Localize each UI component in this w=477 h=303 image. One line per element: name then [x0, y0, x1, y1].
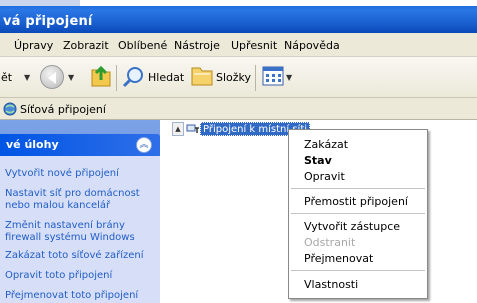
collapse-chevron-icon[interactable]: ︽: [136, 137, 152, 153]
menu-upresnit[interactable]: Upřesnit: [231, 39, 277, 52]
task-change-firewall[interactable]: Změnit nastavení brány: [5, 220, 125, 232]
tasks-body: Vytvořit nové připojení Nastavit síť pro…: [0, 156, 160, 303]
tasks-panel: vé úlohy ︽ Vytvořit nové připojení Nasta…: [0, 120, 160, 303]
task-setup-home-network[interactable]: Nastavit síť pro domácnost: [5, 188, 140, 200]
tasks-title: vé úlohy: [6, 138, 59, 151]
toolbar: ět ▼ ▼ Hledat Složky ▼: [0, 57, 477, 98]
menu-status[interactable]: Stav: [304, 154, 332, 167]
menu-create-shortcut[interactable]: Vytvořit zástupce: [304, 220, 400, 233]
menu-bridge[interactable]: Přemostit připojení: [304, 195, 408, 208]
task-repair-connection[interactable]: Opravit toto připojení: [5, 270, 112, 282]
menu-separator: [291, 270, 425, 271]
toolbar-separator: [116, 65, 117, 91]
tasks-header[interactable]: vé úlohy ︽: [0, 134, 160, 156]
back-dropdown-icon[interactable]: ▼: [24, 73, 30, 82]
views-icon[interactable]: [262, 66, 284, 86]
context-menu: Zakázat Stav Opravit Přemostit připojení…: [288, 129, 428, 299]
panel-divider: [160, 120, 172, 303]
window-title: vá připojení: [3, 14, 93, 29]
lan-connection-icon: [186, 124, 199, 133]
menu-upravy[interactable]: Úpravy: [14, 39, 53, 52]
menu-delete: Odstranit: [304, 236, 356, 249]
task-setup-home-network-line2[interactable]: nebo malou kancelář: [5, 200, 110, 212]
title-bar[interactable]: vá připojení: [0, 0, 477, 33]
menu-separator: [291, 213, 425, 214]
search-icon[interactable]: [122, 65, 146, 89]
views-dropdown-icon[interactable]: ▼: [286, 73, 292, 82]
titlebar-edge-right: [80, 0, 477, 6]
forward-icon[interactable]: [40, 65, 64, 89]
menu-properties[interactable]: Vlastnosti: [304, 278, 358, 291]
menu-zobrazit[interactable]: Zobrazit: [63, 39, 109, 52]
address-text: Síťová připojení: [20, 103, 106, 116]
menu-bar: Úpravy Zobrazit Oblíbené Nástroje Upřesn…: [0, 33, 477, 57]
address-bar[interactable]: Síťová připojení: [0, 98, 477, 120]
task-disable-device[interactable]: Zakázat toto síťové zařízení: [5, 250, 144, 262]
folders-button-label[interactable]: Složky: [216, 71, 251, 84]
task-change-firewall-line2[interactable]: firewall systému Windows: [5, 232, 135, 244]
network-connections-icon: [3, 102, 17, 116]
folders-icon[interactable]: [190, 65, 214, 87]
folder-up-icon[interactable]: [90, 64, 112, 88]
menu-rename[interactable]: Přejmenovat: [304, 252, 373, 265]
menu-disable[interactable]: Zakázat: [304, 138, 348, 151]
menu-nastroje[interactable]: Nástroje: [174, 39, 220, 52]
menu-separator: [291, 188, 425, 189]
titlebar-edge: [0, 0, 80, 6]
menu-repair[interactable]: Opravit: [304, 170, 345, 183]
menu-napoveda[interactable]: Nápověda: [284, 39, 340, 52]
forward-dropdown-icon[interactable]: ▼: [68, 73, 74, 82]
task-create-connection[interactable]: Vytvořit nové připojení: [5, 168, 119, 180]
menu-oblibene[interactable]: Oblíbené: [118, 39, 167, 52]
group-collapse-icon[interactable]: ▲: [172, 122, 184, 136]
back-button-label[interactable]: ět: [1, 71, 12, 84]
search-button-label[interactable]: Hledat: [148, 71, 184, 84]
task-rename-connection[interactable]: Přejmenovat toto připojení: [5, 290, 138, 302]
toolbar-separator: [255, 65, 256, 91]
